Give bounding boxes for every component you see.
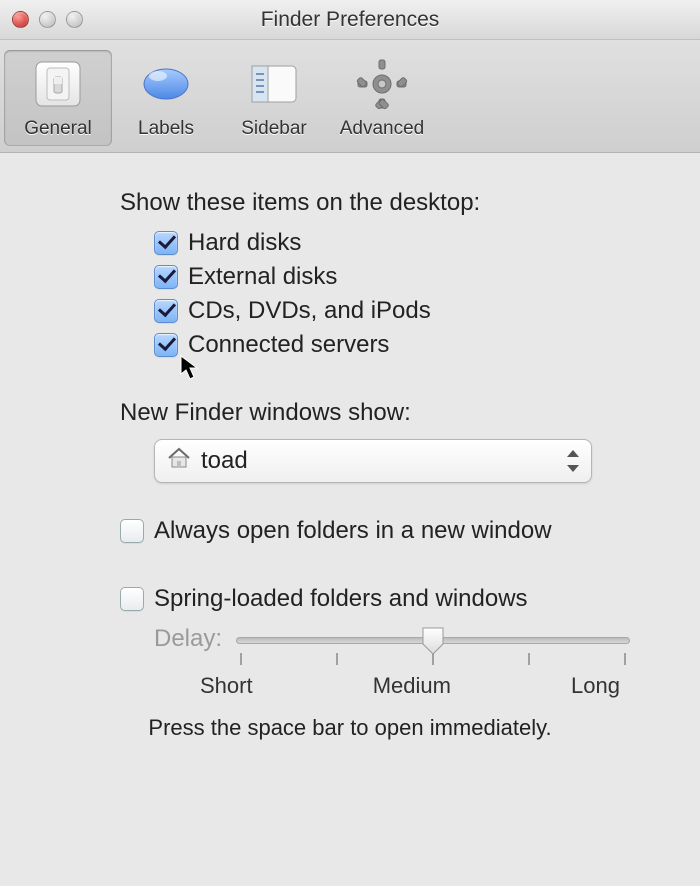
- checkbox-always-open-new-window[interactable]: Always open folders in a new window: [120, 517, 680, 545]
- sidebar-icon: [246, 56, 302, 112]
- spring-hint: Press the space bar to open immediately.: [20, 715, 680, 741]
- checkbox-label: Spring-loaded folders and windows: [154, 585, 528, 613]
- general-pane: Show these items on the desktop: Hard di…: [0, 153, 700, 761]
- checkbox-icon[interactable]: [120, 587, 144, 611]
- checkbox-spring-loaded[interactable]: Spring-loaded folders and windows: [120, 585, 680, 613]
- checkbox-connected-servers[interactable]: Connected servers: [154, 331, 680, 359]
- checkbox-hard-disks[interactable]: Hard disks: [154, 229, 680, 257]
- window-controls: [12, 11, 83, 28]
- desktop-items-title: Show these items on the desktop:: [120, 189, 680, 217]
- legend-medium: Medium: [373, 673, 451, 699]
- labels-icon: [138, 56, 194, 112]
- checkbox-icon[interactable]: [154, 333, 178, 357]
- slider-legend: Short Medium Long: [200, 673, 620, 699]
- checkbox-icon[interactable]: [154, 231, 178, 255]
- tab-label: Advanced: [340, 118, 425, 140]
- checkbox-icon[interactable]: [154, 265, 178, 289]
- checkbox-label: External disks: [188, 263, 337, 291]
- checkbox-label: Always open folders in a new window: [154, 517, 552, 545]
- tab-advanced[interactable]: Advanced: [328, 50, 436, 146]
- tab-label: Sidebar: [241, 118, 307, 140]
- checkbox-icon[interactable]: [120, 519, 144, 543]
- titlebar: Finder Preferences: [0, 0, 700, 40]
- checkbox-cds-dvds-ipods[interactable]: CDs, DVDs, and iPods: [154, 297, 680, 325]
- checkbox-label: Connected servers: [188, 331, 389, 359]
- tab-label: Labels: [138, 118, 194, 140]
- checkbox-icon[interactable]: [154, 299, 178, 323]
- legend-short: Short: [200, 673, 253, 699]
- checkbox-label: Hard disks: [188, 229, 301, 257]
- new-window-title: New Finder windows show:: [120, 399, 680, 427]
- tab-labels[interactable]: Labels: [112, 50, 220, 146]
- delay-slider[interactable]: [236, 623, 630, 655]
- checkbox-external-disks[interactable]: External disks: [154, 263, 680, 291]
- tab-label: General: [24, 118, 92, 140]
- tab-sidebar[interactable]: Sidebar: [220, 50, 328, 146]
- chevron-updown-icon: [567, 450, 581, 472]
- delay-label: Delay:: [154, 625, 222, 653]
- close-button[interactable]: [12, 11, 29, 28]
- slider-thumb[interactable]: [421, 626, 445, 654]
- new-window-popup[interactable]: toad: [154, 439, 592, 483]
- preferences-toolbar: General Labels: [0, 40, 700, 153]
- legend-long: Long: [571, 673, 620, 699]
- zoom-button[interactable]: [66, 11, 83, 28]
- tab-general[interactable]: General: [4, 50, 112, 146]
- advanced-icon: [354, 56, 410, 112]
- general-icon: [30, 56, 86, 112]
- home-icon: [167, 447, 191, 476]
- window-title: Finder Preferences: [0, 8, 700, 32]
- minimize-button[interactable]: [39, 11, 56, 28]
- checkbox-label: CDs, DVDs, and iPods: [188, 297, 431, 325]
- popup-value: toad: [201, 447, 248, 475]
